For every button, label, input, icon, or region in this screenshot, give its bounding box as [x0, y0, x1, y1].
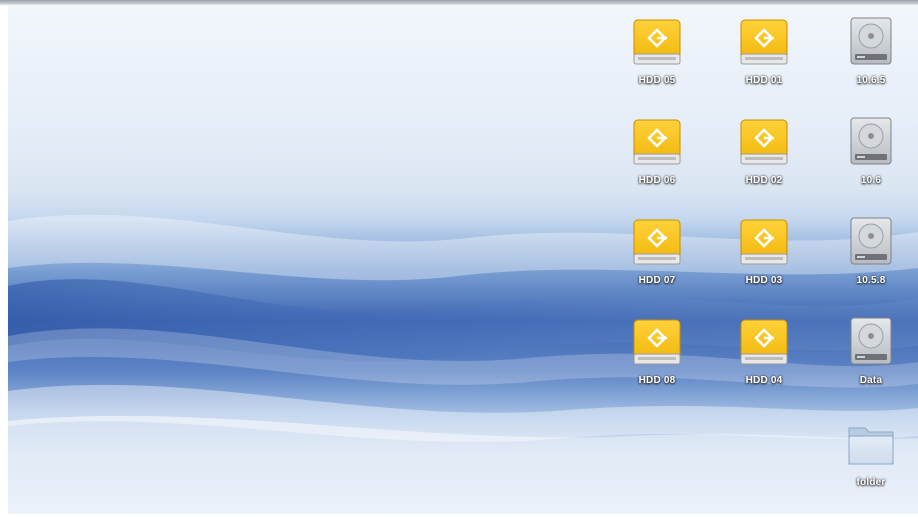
desktop-icon-label: HDD 06	[638, 175, 676, 186]
desktop-icon-label: 10.6.5	[856, 75, 886, 86]
external-drive-icon	[617, 114, 697, 170]
external-drive-icon	[724, 314, 804, 370]
folder-icon	[831, 416, 911, 472]
desktop-icon-label: 10.6	[860, 175, 882, 186]
external-drive-icon	[617, 14, 697, 70]
internal-disk-icon	[831, 14, 911, 70]
desktop-icon-hdd-07[interactable]: HDD 07	[617, 214, 697, 306]
internal-disk-icon	[831, 314, 911, 370]
desktop-icon-hdd-03[interactable]: HDD 03	[724, 214, 804, 306]
desktop-icon-label: folder	[856, 477, 886, 488]
desktop-icon-label: HDD 03	[745, 275, 783, 286]
desktop-icon-label: HDD 07	[638, 275, 676, 286]
desktop-icon-label: 10.5.8	[856, 275, 886, 286]
desktop-icon-hdd-01[interactable]: HDD 01	[724, 14, 804, 106]
desktop-icon-label: HDD 05	[638, 75, 676, 86]
external-drive-icon	[724, 214, 804, 270]
desktop-icon-10-6-5[interactable]: 10.6.5	[831, 14, 911, 106]
internal-disk-icon	[831, 214, 911, 270]
external-drive-icon	[724, 114, 804, 170]
desktop-icon-label: Data	[859, 375, 883, 386]
desktop-icon-label: HDD 04	[745, 375, 783, 386]
desktop-icon-hdd-06[interactable]: HDD 06	[617, 114, 697, 206]
desktop-icon-folder[interactable]: folder	[831, 416, 911, 508]
desktop-icon-hdd-08[interactable]: HDD 08	[617, 314, 697, 406]
desktop-icon-10-5-8[interactable]: 10.5.8	[831, 214, 911, 306]
external-drive-icon	[617, 214, 697, 270]
desktop-icon-label: HDD 08	[638, 375, 676, 386]
desktop-icon-10-6[interactable]: 10.6	[831, 114, 911, 206]
desktop-icon-label: HDD 01	[745, 75, 783, 86]
external-drive-icon	[724, 14, 804, 70]
desktop-icon-label: HDD 02	[745, 175, 783, 186]
internal-disk-icon	[831, 114, 911, 170]
desktop-icon-hdd-05[interactable]: HDD 05	[617, 14, 697, 106]
desktop-icon-hdd-04[interactable]: HDD 04	[724, 314, 804, 406]
external-drive-icon	[617, 314, 697, 370]
desktop-icon-data[interactable]: Data	[831, 314, 911, 406]
desktop-icon-hdd-02[interactable]: HDD 02	[724, 114, 804, 206]
screen: HDD 05 HDD 01 10.6.5 HDD 06 HDD 02 10.6 HDD 07…	[0, 0, 918, 517]
